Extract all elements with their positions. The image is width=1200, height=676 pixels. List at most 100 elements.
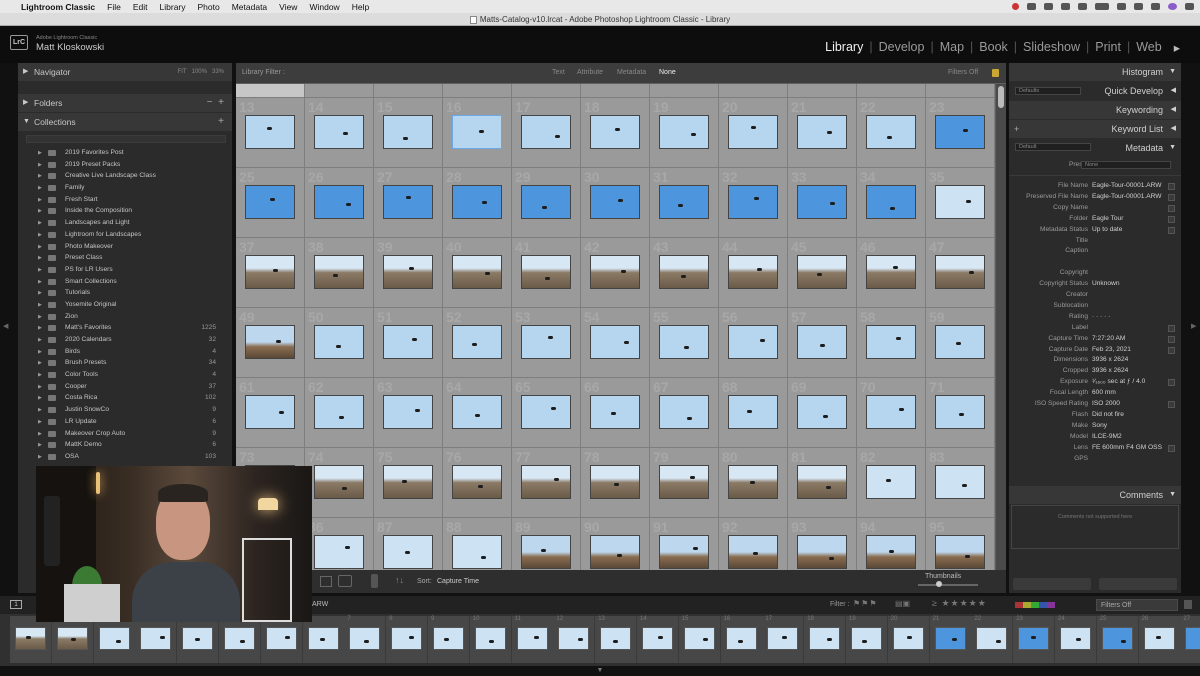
photo-thumbnail[interactable] [245,115,295,149]
metadata-action-icon[interactable] [1168,335,1175,343]
photo-thumbnail[interactable] [452,395,502,429]
collection-item[interactable]: ▶ Smart Collections [18,277,220,289]
collection-item[interactable]: ▶ 2019 Favorites Post [18,148,220,160]
metadata-value[interactable]: Eagle-Tour-00001.ARW [1092,182,1162,189]
grid-cell[interactable]: 7 [650,84,719,98]
filmstrip-cell[interactable]: 25 [1096,616,1139,663]
photo-thumbnail[interactable] [659,535,709,569]
photo-thumbnail[interactable] [245,255,295,289]
collection-item[interactable]: ▶ Inside the Composition [18,206,220,218]
metadata-value[interactable]: ISO 2000 [1092,400,1120,407]
photo-thumbnail[interactable] [728,185,778,219]
grid-cell[interactable]: 75 [374,448,443,518]
filmstrip-cell[interactable]: 8 [386,616,429,663]
expand-triangle-icon[interactable]: ▶ [38,349,42,355]
filmstrip-thumbnail[interactable] [56,627,88,650]
filmstrip-thumbnail[interactable] [474,627,506,650]
photo-thumbnail[interactable] [383,395,433,429]
metadata-value[interactable]: FE 600mm F4 GM OSS [1092,444,1162,451]
photo-thumbnail[interactable] [452,465,502,499]
grid-cell[interactable]: 23 [926,98,995,168]
grid-cell[interactable]: 57 [788,308,857,378]
expand-triangle-icon[interactable]: ▶ [38,419,42,425]
grid-cell[interactable]: 42 [581,238,650,308]
grid-cell[interactable]: 51 [374,308,443,378]
expand-triangle-icon[interactable]: ▶ [38,360,42,366]
grid-cell[interactable]: 54 [581,308,650,378]
collection-item[interactable]: ▶ Creative Live Landscape Class [18,171,220,183]
survey-view-icon[interactable] [338,575,352,587]
collection-item[interactable]: ▶ Matt's Favorites 1225 [18,323,220,335]
photo-thumbnail[interactable] [935,255,985,289]
expand-triangle-icon[interactable]: ▶ [38,384,42,390]
wifi-icon[interactable] [1117,3,1126,10]
grid-cell[interactable]: 31 [650,168,719,238]
filmstrip-thumbnail[interactable] [265,627,297,650]
photo-thumbnail[interactable] [866,115,916,149]
grid-cell[interactable]: 52 [443,308,512,378]
filmstrip-cell[interactable]: 4 [219,616,261,663]
photo-thumbnail[interactable] [590,395,640,429]
menu-photo[interactable]: Photo [198,2,220,12]
grid-cell[interactable]: 35 [926,168,995,238]
main-window-icon[interactable]: 1 [10,600,22,609]
menu-help[interactable]: Help [352,2,369,12]
collection-item[interactable]: ▶ Preset Class [18,253,220,265]
metadata-action-icon[interactable] [1168,444,1175,452]
filmstrip-thumbnail[interactable] [851,627,882,650]
module-book[interactable]: Book [973,40,1014,55]
filmstrip-thumbnail[interactable] [767,627,799,650]
collection-item[interactable]: ▶ OSA 103 [18,452,220,464]
add-collection-button[interactable]: + [218,113,224,131]
menu-metadata[interactable]: Metadata [232,2,267,12]
filmstrip-thumbnail[interactable] [224,627,255,650]
grid-cell[interactable]: 50 [305,308,374,378]
photo-thumbnail[interactable] [314,395,364,429]
filmstrip-cell[interactable]: 21 [929,616,972,663]
expand-triangle-icon[interactable]: ▶ [38,255,42,261]
grid-cell[interactable]: 6 [581,84,650,98]
filter-lock-icon[interactable] [1184,600,1192,609]
photo-thumbnail[interactable] [659,255,709,289]
filmstrip-cell[interactable] [10,616,52,663]
metadata-value[interactable]: Sony [1092,422,1107,429]
grid-cell[interactable]: 44 [719,238,788,308]
grid-cell[interactable]: 90 [581,518,650,570]
photo-thumbnail[interactable] [797,395,847,429]
photo-thumbnail[interactable] [797,255,847,289]
grid-cell[interactable]: 88 [443,518,512,570]
menu-view[interactable]: View [279,2,297,12]
zoom-100[interactable]: 100% [192,69,207,75]
right-panel-toggle-icon[interactable]: ▶ [1191,322,1196,330]
grid-cell[interactable]: 28 [443,168,512,238]
grid-cell[interactable]: 80 [719,448,788,518]
filmstrip-thumbnail[interactable] [600,627,632,650]
metadata-action-icon[interactable] [1168,183,1175,190]
grid-cell[interactable]: 94 [857,518,926,570]
menu-library[interactable]: Library [160,2,186,12]
grid-cell[interactable]: 41 [512,238,581,308]
grid-cell[interactable]: 63 [374,378,443,448]
photo-thumbnail[interactable] [659,115,709,149]
metadata-action-icon[interactable] [1168,193,1175,201]
filter-none[interactable]: None [659,63,676,83]
photo-thumbnail[interactable] [935,325,985,359]
expand-triangle-icon[interactable]: ▶ [38,314,42,320]
photo-thumbnail[interactable] [521,185,571,219]
filmstrip-cell[interactable]: 19 [846,616,888,663]
collection-item[interactable]: ▶ Birds 4 [18,347,220,359]
module-web[interactable]: Web [1130,40,1167,55]
zoom-fit[interactable]: FIT [178,69,187,75]
photo-thumbnail[interactable] [452,185,502,219]
filmstrip-thumbnail[interactable] [307,627,339,650]
collection-item[interactable]: ▶ MattK Demo 6 [18,440,220,452]
menu-window[interactable]: Window [309,2,339,12]
photo-thumbnail[interactable] [797,325,847,359]
collection-item[interactable]: ▶ Costa Rica 102 [18,393,220,405]
metadata-preset-select[interactable]: None [1081,161,1171,169]
sync-settings-button[interactable] [1099,578,1177,590]
grid-cell[interactable]: 74 [305,448,374,518]
grid-cell[interactable]: 95 [926,518,995,570]
photo-thumbnail[interactable] [590,115,640,149]
expand-triangle-icon[interactable]: ▶ [38,185,42,191]
